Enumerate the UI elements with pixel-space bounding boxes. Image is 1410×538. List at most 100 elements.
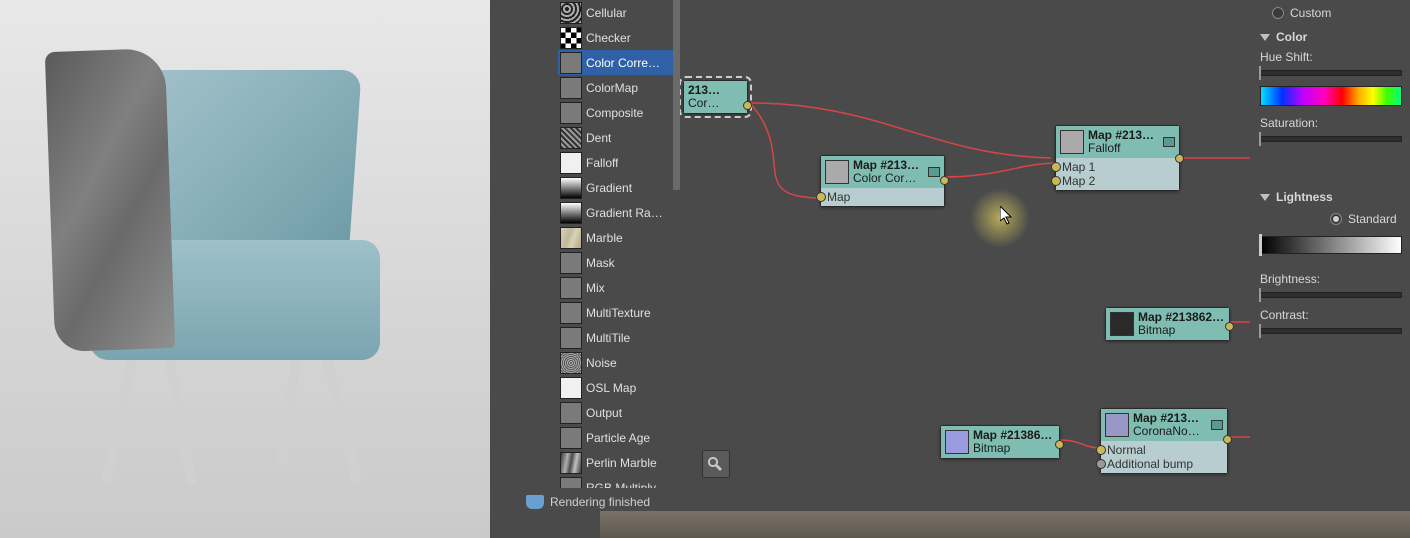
cursor-icon: [1000, 206, 1016, 229]
map-list-item[interactable]: MultiTile: [558, 325, 680, 350]
node-title: Map #213…: [853, 159, 924, 172]
timeline-strip[interactable]: [600, 511, 1410, 538]
radio-standard[interactable]: Standard: [1260, 210, 1402, 228]
map-list-item[interactable]: Mix: [558, 275, 680, 300]
map-item-label: Checker: [586, 31, 631, 45]
node-color-correction[interactable]: Map #213… Color Cor… Map: [820, 155, 945, 207]
hue-spectrum[interactable]: [1260, 86, 1402, 106]
node-thumbnail: [1110, 312, 1134, 336]
node-bitmap-2[interactable]: Map #213862… Bitmap: [940, 425, 1060, 459]
node-corona-normal[interactable]: Map #213… CoronaNo… Normal Additional bu…: [1100, 408, 1228, 474]
map-swatch-icon: [560, 27, 582, 49]
map-list-item[interactable]: Gradient: [558, 175, 680, 200]
map-item-label: Falloff: [586, 156, 618, 170]
map-list-item[interactable]: Falloff: [558, 150, 680, 175]
map-item-label: Color Corre…: [586, 56, 660, 70]
status-bar: Rendering finished: [520, 493, 656, 511]
properties-panel: Custom Color Hue Shift: Saturation: Ligh…: [1250, 0, 1410, 538]
node-thumbnail: [1105, 413, 1129, 437]
slider-saturation[interactable]: [1260, 136, 1402, 142]
map-list-item[interactable]: OSL Map: [558, 375, 680, 400]
node-bitmap-1[interactable]: Map #213862… Bitmap: [1105, 307, 1230, 341]
map-swatch-icon: [560, 102, 582, 124]
map-swatch-icon: [560, 177, 582, 199]
map-swatch-icon: [560, 52, 582, 74]
chevron-down-icon: [1260, 194, 1270, 201]
map-list-item[interactable]: Mask: [558, 250, 680, 275]
status-text: Rendering finished: [550, 495, 650, 509]
map-swatch-icon: [560, 227, 582, 249]
map-list-item[interactable]: RGB Multiply: [558, 475, 680, 488]
node-title: 213…: [688, 84, 743, 97]
map-list-item[interactable]: Gradient Ra…: [558, 200, 680, 225]
map-list-item[interactable]: Particle Age: [558, 425, 680, 450]
node-subtitle: CoronaNo…: [1133, 425, 1207, 438]
map-swatch-icon: [560, 202, 582, 224]
chevron-down-icon: [1260, 34, 1270, 41]
map-item-label: Gradient Ra…: [586, 206, 663, 220]
node-slot-additional-bump[interactable]: Additional bump: [1101, 457, 1227, 471]
map-item-label: Composite: [586, 106, 643, 120]
map-swatch-icon: [560, 152, 582, 174]
map-list-item[interactable]: Cellular: [558, 0, 680, 25]
section-lightness[interactable]: Lightness: [1260, 190, 1402, 204]
map-swatch-icon: [560, 127, 582, 149]
map-swatch-icon: [560, 252, 582, 274]
node-slot-map2[interactable]: Map 2: [1056, 174, 1179, 188]
node-collapse-button[interactable]: [1163, 137, 1175, 147]
node-graph[interactable]: 213… Cor… Map #213… Color Cor…: [680, 0, 1250, 488]
map-swatch-icon: [560, 2, 582, 24]
node-falloff[interactable]: Map #213… Falloff Map 1 Map 2: [1055, 125, 1180, 191]
map-swatch-icon: [560, 427, 582, 449]
slider-brightness[interactable]: [1260, 292, 1402, 298]
map-item-label: Particle Age: [586, 431, 650, 445]
label-contrast: Contrast:: [1260, 308, 1402, 322]
map-item-label: OSL Map: [586, 381, 636, 395]
map-item-label: Cellular: [586, 6, 627, 20]
map-list-item[interactable]: Output: [558, 400, 680, 425]
map-list-item[interactable]: Checker: [558, 25, 680, 50]
node-thumbnail: [825, 160, 849, 184]
node-color-correction-selected[interactable]: 213… Cor…: [683, 80, 748, 114]
map-list-item[interactable]: Marble: [558, 225, 680, 250]
map-swatch-icon: [560, 352, 582, 374]
teapot-icon: [526, 495, 544, 509]
map-list-item[interactable]: Dent: [558, 125, 680, 150]
lightness-gradient[interactable]: [1260, 236, 1402, 254]
node-slot-normal[interactable]: Normal: [1101, 443, 1227, 457]
cursor-highlight: [970, 188, 1030, 248]
node-subtitle: Color Cor…: [853, 172, 924, 185]
section-color[interactable]: Color: [1260, 30, 1402, 44]
label-hue-shift: Hue Shift:: [1260, 50, 1402, 64]
map-list-item[interactable]: MultiTexture: [558, 300, 680, 325]
find-button[interactable]: [702, 450, 730, 478]
map-list-item[interactable]: Composite: [558, 100, 680, 125]
node-subtitle: Cor…: [688, 97, 743, 110]
map-item-label: Output: [586, 406, 622, 420]
slider-contrast[interactable]: [1260, 328, 1402, 334]
radio-label: Standard: [1348, 212, 1397, 226]
chair-render: [55, 70, 415, 450]
map-swatch-icon: [560, 77, 582, 99]
node-thumbnail: [945, 430, 969, 454]
node-collapse-button[interactable]: [1211, 420, 1223, 430]
map-list-item[interactable]: Perlin Marble: [558, 450, 680, 475]
map-item-label: MultiTile: [586, 331, 630, 345]
map-item-label: Gradient: [586, 181, 632, 195]
node-slot-map[interactable]: Map: [821, 190, 944, 204]
node-slot-map1[interactable]: Map 1: [1056, 160, 1179, 174]
scrollbar-thumb[interactable]: [673, 0, 680, 190]
radio-icon: [1272, 7, 1284, 19]
map-item-label: Perlin Marble: [586, 456, 657, 470]
map-item-label: Marble: [586, 231, 623, 245]
map-item-label: Mask: [586, 256, 615, 270]
slider-hue-shift[interactable]: [1260, 70, 1402, 76]
label-saturation: Saturation:: [1260, 116, 1402, 130]
map-type-list[interactable]: Cellular Checker Color Corre… ColorMap Compo…: [558, 0, 680, 488]
map-list-item[interactable]: Noise: [558, 350, 680, 375]
node-collapse-button[interactable]: [928, 167, 940, 177]
radio-custom[interactable]: Custom: [1260, 4, 1402, 22]
map-list-item[interactable]: ColorMap: [558, 75, 680, 100]
map-list-item[interactable]: Color Corre…: [558, 50, 680, 75]
map-item-label: Dent: [586, 131, 611, 145]
